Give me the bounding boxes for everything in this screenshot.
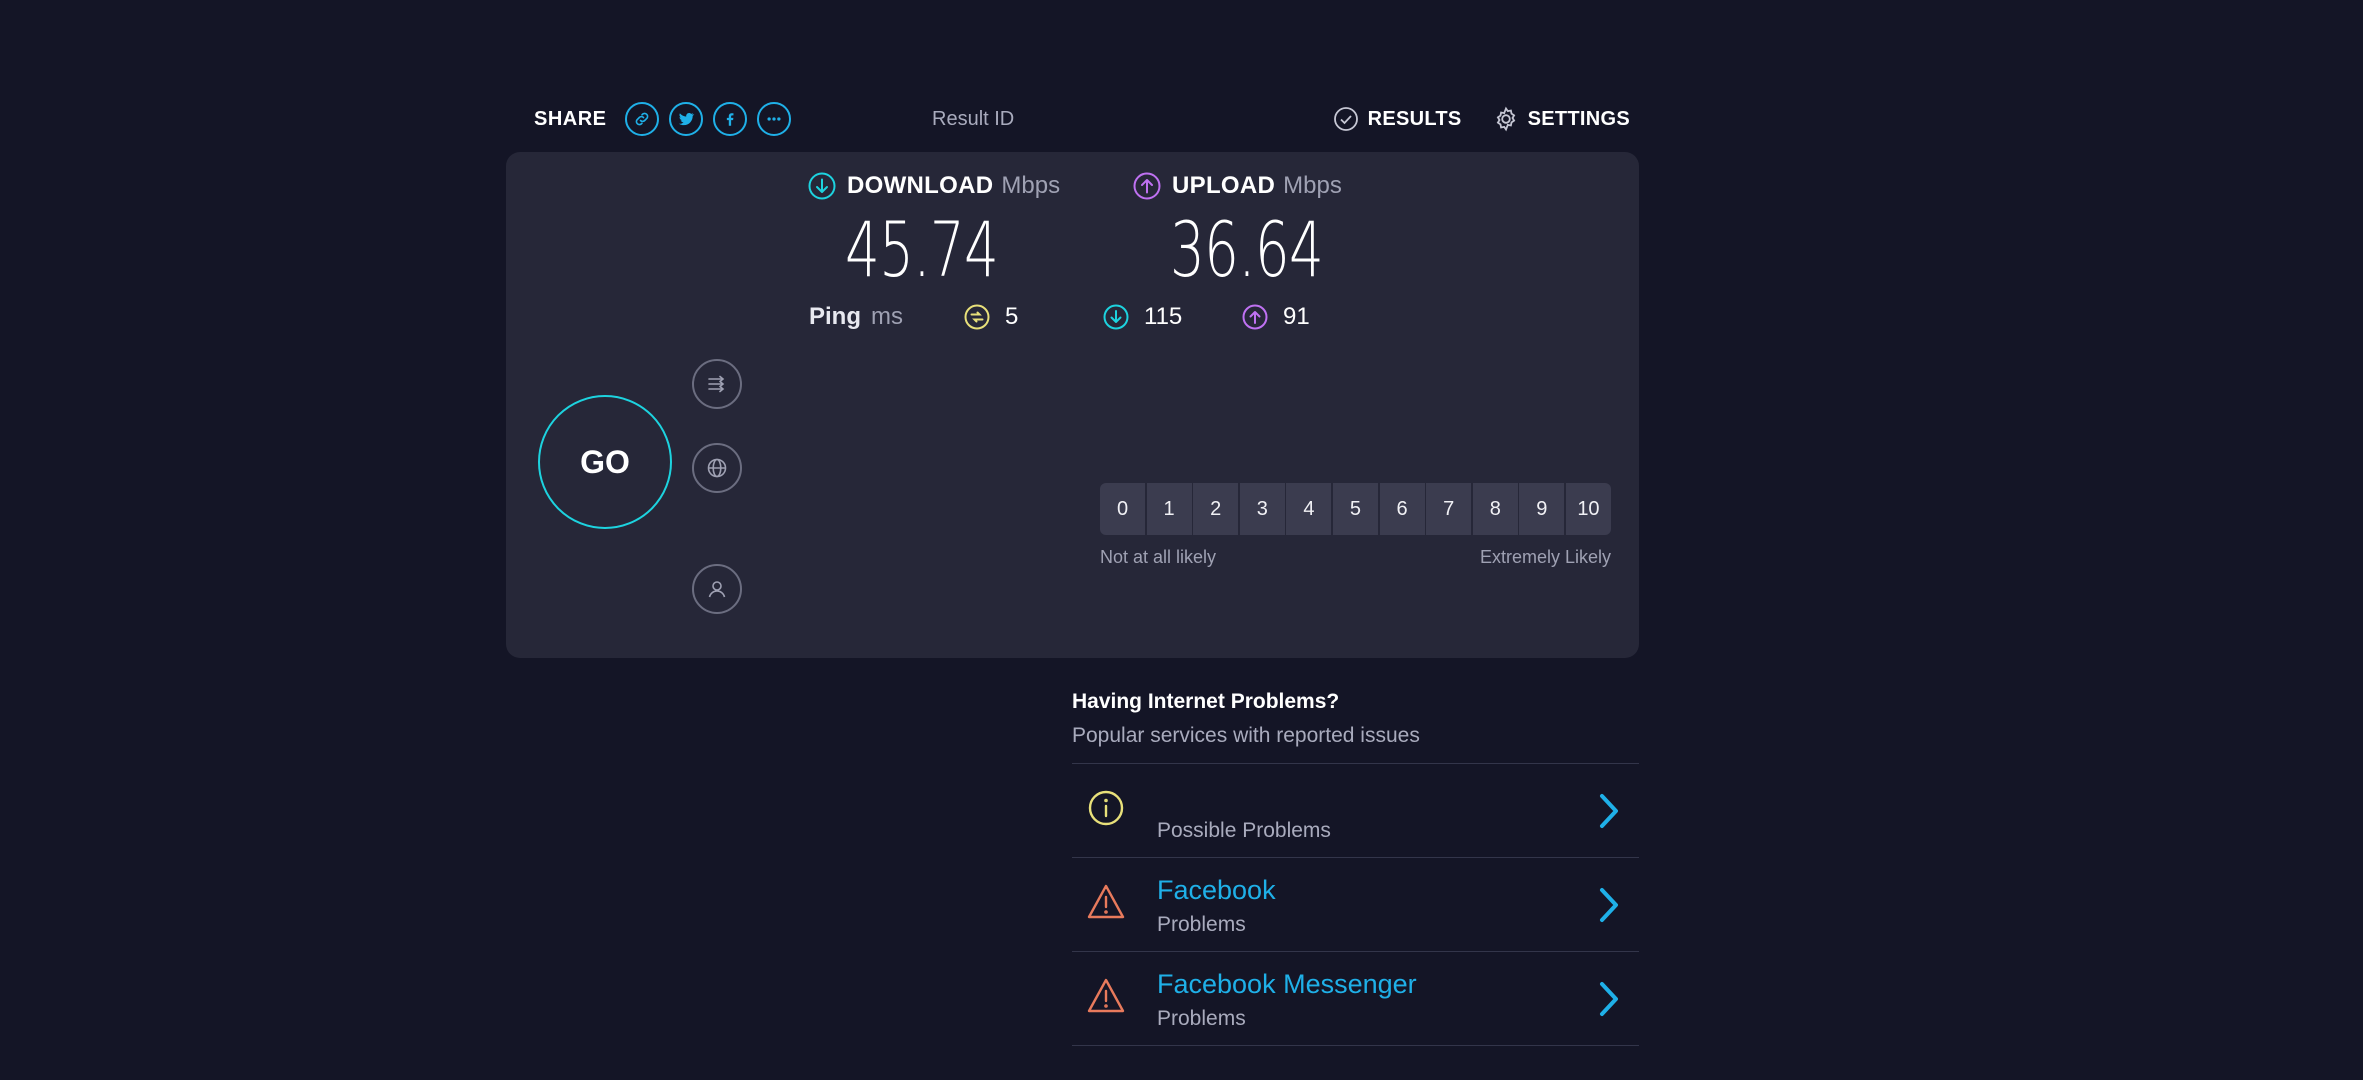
speedtest-panel: GO DOWNLOAD Mbps 45.74 UPLOAD Mbps 36.64… [506, 152, 1639, 658]
more-icon [766, 117, 781, 121]
likelihood-scale: 0 1 2 3 4 5 6 7 8 9 10 [1100, 483, 1611, 535]
facebook-icon [726, 113, 733, 126]
jitter-icon [964, 304, 990, 330]
results-header: SHARE Result ID RESULTS SETTINGS [506, 96, 1640, 142]
chevron-right-icon [1600, 794, 1618, 828]
download-label: DOWNLOAD [847, 172, 994, 199]
scale-option-3[interactable]: 3 [1239, 483, 1285, 535]
header-nav: RESULTS SETTINGS [1302, 96, 1630, 142]
user-icon [708, 581, 726, 598]
scale-option-5[interactable]: 5 [1332, 483, 1378, 535]
upload-unit: Mbps [1283, 172, 1342, 199]
results-nav-button[interactable]: RESULTS [1332, 105, 1462, 133]
go-button[interactable]: GO [538, 395, 672, 529]
upload-ping-icon [1242, 304, 1268, 330]
download-metric: DOWNLOAD Mbps 45.74 [807, 171, 1060, 294]
scale-high-label: Extremely Likely [1479, 547, 1611, 567]
problems-subtitle: Popular services with reported issues [1072, 724, 1420, 747]
gear-icon [1496, 106, 1515, 132]
scale-option-6[interactable]: 6 [1379, 483, 1425, 535]
chevron-right-icon [1600, 888, 1618, 922]
scale-option-2[interactable]: 2 [1193, 483, 1239, 535]
scale-low-label: Not at all likely [1100, 547, 1217, 567]
scale-option-0[interactable]: 0 [1100, 483, 1145, 535]
download-unit: Mbps [1001, 172, 1061, 199]
settings-nav-label: SETTINGS [1527, 107, 1630, 130]
warning-icon [1087, 978, 1125, 1013]
info-icon [1088, 790, 1124, 826]
internet-problems-section: Having Internet Problems? Popular servic… [1072, 690, 1639, 1046]
check-circle-icon [1333, 107, 1358, 131]
problems-list: Possible Problems Facebook Problems Face… [1072, 763, 1639, 1046]
warning-icon [1087, 884, 1125, 919]
link-icon [635, 112, 648, 126]
problem-item[interactable]: Facebook Messenger Problems [1072, 952, 1639, 1046]
download-header: DOWNLOAD Mbps [807, 171, 1060, 201]
result-id-link[interactable]: Result ID [932, 96, 1014, 142]
twitter-icon [678, 113, 694, 126]
download-arrow-icon [808, 172, 836, 200]
problem-item[interactable]: Possible Problems [1072, 764, 1639, 858]
upload-header: UPLOAD Mbps [1132, 171, 1383, 201]
scale-option-1[interactable]: 1 [1146, 483, 1192, 535]
problem-service-name[interactable]: Facebook [1157, 875, 1276, 906]
globe-icon [707, 458, 727, 478]
share-more-button[interactable] [756, 102, 791, 136]
share-label: SHARE [534, 107, 607, 130]
upload-speed-value: 36.64 [1170, 205, 1324, 294]
share-bar: SHARE [534, 96, 791, 142]
problem-item[interactable]: Facebook Problems [1072, 858, 1639, 952]
download-speed-value: 45.74 [845, 205, 999, 294]
chevron-right-icon [1600, 982, 1618, 1016]
ping-label: Ping [809, 303, 861, 330]
problems-title: Having Internet Problems? [1072, 690, 1340, 713]
ping-download-value: 115 [1144, 303, 1183, 330]
share-twitter-button[interactable] [668, 102, 703, 136]
provider-button[interactable] [692, 564, 742, 614]
ping-row: Ping ms 5 115 91 [809, 300, 1310, 334]
problem-status: Possible Problems [1157, 819, 1331, 842]
upload-label: UPLOAD [1172, 172, 1276, 199]
scale-option-8[interactable]: 8 [1472, 483, 1518, 535]
ping-upload-stat: 91 [1241, 300, 1310, 334]
ping-download-stat: 115 [1102, 300, 1182, 334]
upload-arrow-icon [1133, 172, 1161, 200]
ping-unit: ms [871, 303, 903, 330]
ping-idle-stat: 5 [963, 300, 1018, 334]
share-facebook-button[interactable] [712, 102, 747, 136]
connections-button[interactable] [692, 359, 742, 409]
connections-icon [708, 375, 725, 393]
ping-upload-value: 91 [1283, 303, 1310, 330]
scale-option-4[interactable]: 4 [1286, 483, 1332, 535]
problem-service-name[interactable]: Facebook Messenger [1157, 969, 1417, 1000]
problem-status: Problems [1157, 1007, 1246, 1030]
results-nav-label: RESULTS [1367, 107, 1462, 130]
server-button[interactable] [692, 443, 742, 493]
share-link-button[interactable] [624, 102, 659, 136]
problem-status: Problems [1157, 913, 1246, 936]
scale-option-10[interactable]: 10 [1565, 483, 1611, 535]
upload-metric: UPLOAD Mbps 36.64 [1132, 171, 1383, 294]
download-ping-icon [1103, 304, 1129, 330]
scale-option-7[interactable]: 7 [1426, 483, 1472, 535]
scale-option-9[interactable]: 9 [1519, 483, 1565, 535]
settings-nav-button[interactable]: SETTINGS [1492, 105, 1630, 133]
ping-idle-value: 5 [1005, 303, 1019, 330]
